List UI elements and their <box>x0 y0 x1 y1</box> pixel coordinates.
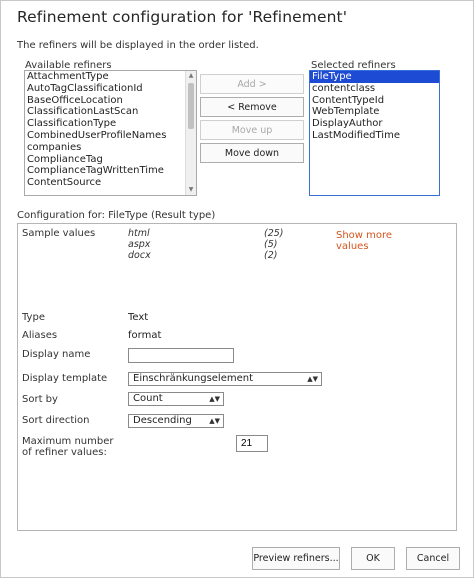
sort-by-label: Sort by <box>22 394 58 405</box>
sample-values-label: Sample values <box>22 228 96 239</box>
list-item[interactable]: ComplianceTag <box>25 154 196 166</box>
display-template-selected-value: Einschränkungselement <box>133 373 254 384</box>
max-refiner-values-label: Maximum number of refiner values: <box>22 436 114 458</box>
max-refiner-values-input[interactable] <box>236 435 268 452</box>
config-header: Configuration for: FileType (Result type… <box>17 210 216 221</box>
scroll-down-arrow-icon[interactable]: ▼ <box>186 185 196 195</box>
display-name-label: Display name <box>22 349 91 360</box>
display-name-input[interactable] <box>128 348 234 363</box>
list-item[interactable]: ClassificationLastScan <box>25 106 196 118</box>
list-item[interactable]: BaseOfficeLocation <box>25 95 196 107</box>
scroll-up-arrow-icon[interactable]: ▲ <box>186 71 196 81</box>
config-panel: Sample values html (25) aspx (5) docx (2… <box>17 223 457 531</box>
sample-value: aspx <box>128 239 151 250</box>
move-up-button[interactable]: Move up <box>200 120 304 140</box>
list-item[interactable]: ClassificationType <box>25 118 196 130</box>
sort-by-select[interactable]: Count ▲▼ <box>128 392 224 406</box>
sort-direction-select[interactable]: Descending ▲▼ <box>128 414 224 428</box>
list-item[interactable]: contentclass <box>310 83 439 95</box>
list-item[interactable]: ContentSource <box>25 177 196 189</box>
list-item[interactable]: CombinedUserProfileNames <box>25 130 196 142</box>
select-arrows-icon: ▲▼ <box>307 375 318 383</box>
sort-direction-selected-value: Descending <box>133 415 192 426</box>
available-list-scrollbar[interactable]: ▲ ▼ <box>185 71 196 195</box>
aliases-label: Aliases <box>22 330 58 341</box>
select-arrows-icon: ▲▼ <box>209 395 220 403</box>
list-item[interactable]: ComplianceTagWrittenTime <box>25 165 196 177</box>
list-item[interactable]: AttachmentType <box>25 71 196 83</box>
list-item[interactable]: DisplayAuthor <box>310 118 439 130</box>
list-item[interactable]: ContentTypeId <box>310 95 439 107</box>
preview-refiners-button[interactable]: Preview refiners... <box>252 547 340 570</box>
select-arrows-icon: ▲▼ <box>209 417 220 425</box>
type-label: Type <box>22 312 45 323</box>
remove-button[interactable]: < Remove <box>200 97 304 117</box>
sample-count: (25) <box>264 228 284 239</box>
aliases-value: format <box>128 330 162 341</box>
available-refiners-list[interactable]: AttachmentType AutoTagClassificationId B… <box>24 70 197 196</box>
sample-count: (2) <box>264 250 278 261</box>
type-value: Text <box>128 312 149 323</box>
cancel-button[interactable]: Cancel <box>406 547 460 570</box>
sample-count: (5) <box>264 239 278 250</box>
list-item[interactable]: WebTemplate <box>310 106 439 118</box>
scrollbar-thumb[interactable] <box>188 83 194 129</box>
list-item-selected[interactable]: FileType <box>310 71 439 83</box>
sample-value: docx <box>128 250 151 261</box>
list-item[interactable]: AutoTagClassificationId <box>25 83 196 95</box>
move-down-button[interactable]: Move down <box>200 143 304 163</box>
display-template-select[interactable]: Einschränkungselement ▲▼ <box>128 372 322 386</box>
selected-refiners-list[interactable]: FileType contentclass ContentTypeId WebT… <box>309 70 440 196</box>
sort-direction-label: Sort direction <box>22 415 90 426</box>
list-item[interactable]: LastModifiedTime <box>310 130 439 142</box>
show-more-values-link[interactable]: Show more values <box>336 230 400 252</box>
dialog-title: Refinement configuration for 'Refinement… <box>17 8 348 26</box>
ok-button[interactable]: OK <box>351 547 395 570</box>
sort-by-selected-value: Count <box>133 393 163 404</box>
list-item[interactable]: companies <box>25 142 196 154</box>
display-template-label: Display template <box>22 373 108 384</box>
add-button[interactable]: Add > <box>200 74 304 94</box>
dialog-info-text: The refiners will be displayed in the or… <box>17 40 259 51</box>
refinement-config-dialog: Refinement configuration for 'Refinement… <box>0 0 474 578</box>
sample-value: html <box>128 228 150 239</box>
